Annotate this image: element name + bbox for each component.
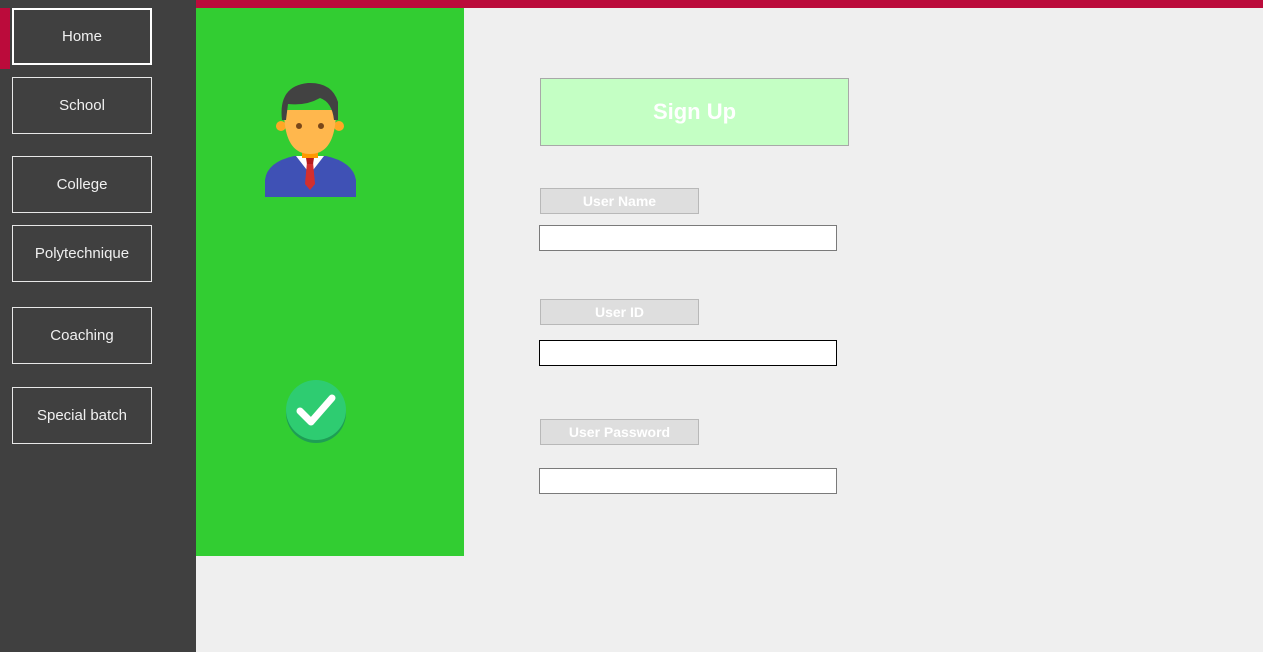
sidebar-item-home[interactable]: Home xyxy=(12,8,152,65)
active-item-marker xyxy=(0,8,10,69)
sidebar-item-label: College xyxy=(56,176,108,193)
sign-up-title: Sign Up xyxy=(540,78,849,146)
sidebar-item-polytechnique[interactable]: Polytechnique xyxy=(12,225,152,282)
sidebar-item-school[interactable]: School xyxy=(12,77,152,134)
top-accent-bar xyxy=(196,0,1263,8)
user-avatar-icon xyxy=(265,82,356,197)
sidebar-item-label: Special batch xyxy=(36,407,128,424)
sidebar-item-label: Coaching xyxy=(50,327,114,344)
sidebar-item-label: School xyxy=(59,97,105,114)
sidebar-item-special-batch[interactable]: Special batch xyxy=(12,387,152,444)
user-id-input[interactable] xyxy=(539,340,837,366)
user-password-label: User Password xyxy=(540,419,699,445)
user-password-input[interactable] xyxy=(539,468,837,494)
sidebar-item-coaching[interactable]: Coaching xyxy=(12,307,152,364)
user-name-input[interactable] xyxy=(539,225,837,251)
sidebar-item-college[interactable]: College xyxy=(12,156,152,213)
sidebar-item-label: Home xyxy=(61,28,102,45)
sidebar-item-label: Polytechnique xyxy=(34,245,130,262)
sidebar: Home School College Polytechnique Coachi… xyxy=(0,0,196,652)
user-name-label: User Name xyxy=(540,188,699,214)
checkmark-icon[interactable] xyxy=(284,378,348,444)
user-id-label: User ID xyxy=(540,299,699,325)
